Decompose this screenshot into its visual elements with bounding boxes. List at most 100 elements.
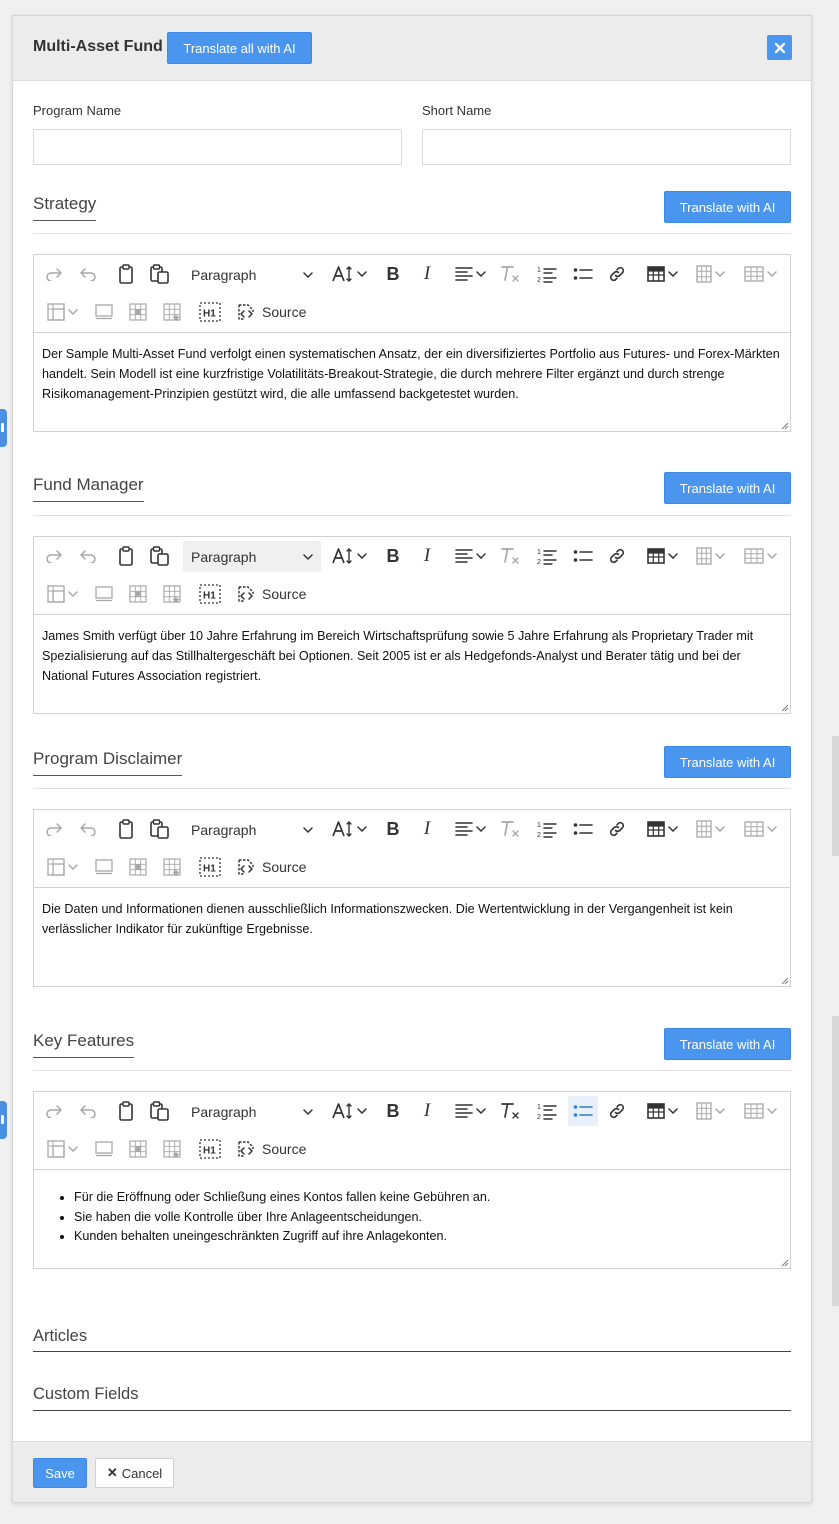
source-button[interactable]: Source <box>236 852 306 882</box>
heading-icon[interactable]: H1 <box>197 852 223 882</box>
redo-icon[interactable] <box>42 259 66 289</box>
bulleted-list-icon[interactable] <box>568 814 598 844</box>
editor-content[interactable]: Für die Eröffnung oder Schließung eines … <box>42 1190 782 1247</box>
paste-plain-icon[interactable] <box>147 541 173 571</box>
font-size-icon[interactable] <box>330 541 368 571</box>
fund-manager-editor[interactable]: Paragraph B I 12 H1 Source James Smith v… <box>33 536 791 714</box>
source-button[interactable]: Source <box>236 1134 306 1164</box>
undo-icon[interactable] <box>76 1096 100 1126</box>
bold-icon[interactable]: B <box>381 259 405 289</box>
close-icon[interactable] <box>767 35 792 60</box>
numbered-list-icon[interactable]: 12 <box>534 541 560 571</box>
bold-icon[interactable]: B <box>381 814 405 844</box>
merge-cells-icon[interactable] <box>42 852 82 882</box>
resize-handle-icon[interactable] <box>781 422 789 430</box>
table-column-icon[interactable] <box>690 814 730 844</box>
translate-all-button[interactable]: Translate all with AI <box>167 32 312 64</box>
table-cell-style-icon[interactable] <box>160 297 184 327</box>
editor-content[interactable]: Die Daten und Informationen dienen aussc… <box>42 899 782 939</box>
editor-content[interactable]: James Smith verfügt über 10 Jahre Erfahr… <box>42 626 782 686</box>
cell-properties-icon[interactable] <box>126 1134 150 1164</box>
table-column-icon[interactable] <box>690 541 730 571</box>
program-disclaimer-editor[interactable]: Paragraph B I 12 H1 Source Die Daten und… <box>33 809 791 987</box>
paragraph-format-select[interactable]: Paragraph <box>183 814 321 845</box>
italic-icon[interactable]: I <box>415 259 439 289</box>
undo-icon[interactable] <box>76 814 100 844</box>
paste-icon[interactable] <box>114 814 138 844</box>
fund-manager-translate-button[interactable]: Translate with AI <box>664 472 791 504</box>
paste-icon[interactable] <box>114 541 138 571</box>
paste-plain-icon[interactable] <box>147 1096 173 1126</box>
remove-format-icon[interactable] <box>497 814 523 844</box>
link-icon[interactable] <box>604 259 630 289</box>
bulleted-list-icon[interactable] <box>568 541 598 571</box>
paste-icon[interactable] <box>114 1096 138 1126</box>
italic-icon[interactable]: I <box>415 1096 439 1126</box>
paragraph-format-select[interactable]: Paragraph <box>183 1096 321 1127</box>
strategy-editor[interactable]: Paragraph B I 12 H1 Source Der Sample Mu… <box>33 254 791 432</box>
paste-plain-icon[interactable] <box>147 259 173 289</box>
italic-icon[interactable]: I <box>415 814 439 844</box>
side-panel-tab[interactable] <box>0 409 7 447</box>
align-icon[interactable] <box>450 259 490 289</box>
merge-cells-icon[interactable] <box>42 1134 82 1164</box>
align-icon[interactable] <box>450 814 490 844</box>
table-properties-icon[interactable] <box>92 1134 116 1164</box>
link-icon[interactable] <box>604 541 630 571</box>
custom-fields-section-title[interactable]: Custom Fields <box>33 1385 138 1404</box>
merge-cells-icon[interactable] <box>42 297 82 327</box>
bulleted-list-icon[interactable] <box>568 1096 598 1126</box>
side-panel-tab[interactable] <box>0 1101 7 1139</box>
source-button[interactable]: Source <box>236 297 306 327</box>
editor-content[interactable]: Der Sample Multi-Asset Fund verfolgt ein… <box>42 344 782 404</box>
italic-icon[interactable]: I <box>415 541 439 571</box>
table-row-icon[interactable] <box>738 1096 782 1126</box>
table-cell-style-icon[interactable] <box>160 1134 184 1164</box>
table-cell-style-icon[interactable] <box>160 852 184 882</box>
bulleted-list-icon[interactable] <box>568 259 598 289</box>
strategy-translate-button[interactable]: Translate with AI <box>664 191 791 223</box>
program-disclaimer-translate-button[interactable]: Translate with AI <box>664 746 791 778</box>
redo-icon[interactable] <box>42 814 66 844</box>
table-cell-style-icon[interactable] <box>160 579 184 609</box>
cell-properties-icon[interactable] <box>126 297 150 327</box>
font-size-icon[interactable] <box>330 814 368 844</box>
numbered-list-icon[interactable]: 12 <box>534 1096 560 1126</box>
source-button[interactable]: Source <box>236 579 306 609</box>
cell-properties-icon[interactable] <box>126 579 150 609</box>
table-properties-icon[interactable] <box>92 297 116 327</box>
table-column-icon[interactable] <box>690 259 730 289</box>
paste-icon[interactable] <box>114 259 138 289</box>
align-icon[interactable] <box>450 541 490 571</box>
table-properties-icon[interactable] <box>92 852 116 882</box>
remove-format-icon[interactable] <box>497 1096 523 1126</box>
redo-icon[interactable] <box>42 541 66 571</box>
table-icon[interactable] <box>642 259 682 289</box>
bold-icon[interactable]: B <box>381 1096 405 1126</box>
cell-properties-icon[interactable] <box>126 852 150 882</box>
heading-icon[interactable]: H1 <box>197 1134 223 1164</box>
remove-format-icon[interactable] <box>497 259 523 289</box>
cancel-button[interactable]: ✕ Cancel <box>95 1458 174 1488</box>
heading-icon[interactable]: H1 <box>197 297 223 327</box>
resize-handle-icon[interactable] <box>781 704 789 712</box>
align-icon[interactable] <box>450 1096 490 1126</box>
table-icon[interactable] <box>642 814 682 844</box>
table-properties-icon[interactable] <box>92 579 116 609</box>
resize-handle-icon[interactable] <box>781 977 789 985</box>
link-icon[interactable] <box>604 1096 630 1126</box>
table-row-icon[interactable] <box>738 814 782 844</box>
table-row-icon[interactable] <box>738 259 782 289</box>
heading-icon[interactable]: H1 <box>197 579 223 609</box>
link-icon[interactable] <box>604 814 630 844</box>
font-size-icon[interactable] <box>330 1096 368 1126</box>
save-button[interactable]: Save <box>33 1458 87 1488</box>
remove-format-icon[interactable] <box>497 541 523 571</box>
table-icon[interactable] <box>642 1096 682 1126</box>
key-features-editor[interactable]: Paragraph B I 12 H1 Source • Für die Erö… <box>33 1091 791 1269</box>
font-size-icon[interactable] <box>330 259 368 289</box>
undo-icon[interactable] <box>76 541 100 571</box>
merge-cells-icon[interactable] <box>42 579 82 609</box>
paste-plain-icon[interactable] <box>147 814 173 844</box>
paragraph-format-select[interactable]: Paragraph <box>183 259 321 290</box>
